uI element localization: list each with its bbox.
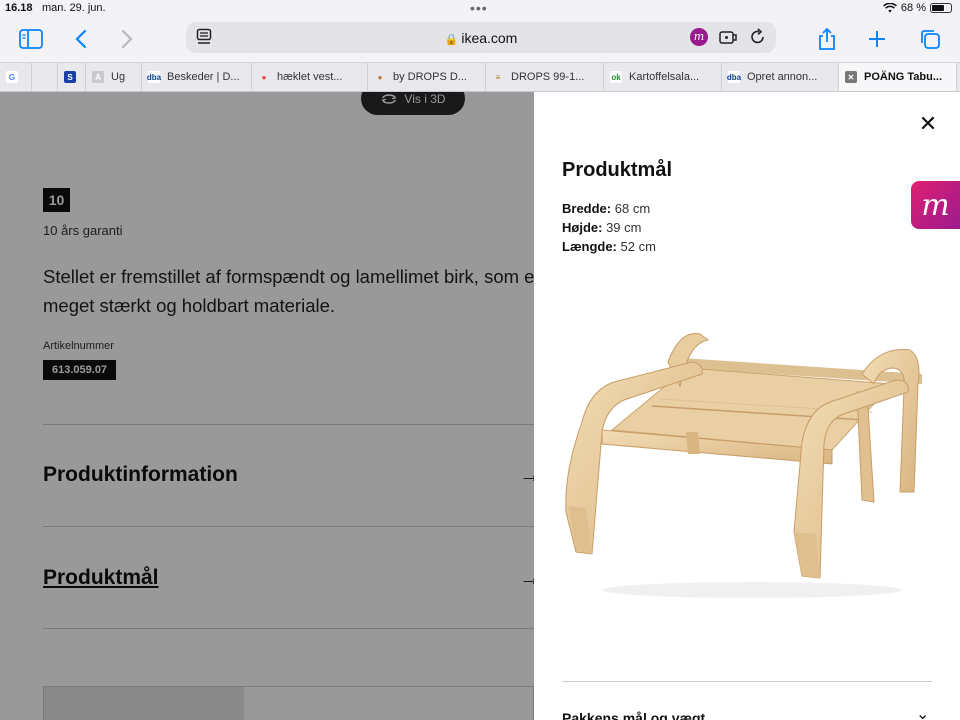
view-3d-label: Vis i 3D [404,92,446,106]
new-tab-icon[interactable] [864,26,890,52]
wifi-icon [882,3,897,13]
divider [43,424,543,425]
close-icon[interactable]: ✕ [916,112,940,136]
url-host-text: ikea.com [461,30,518,46]
lock-icon: 🔒 [444,34,459,46]
browser-tab[interactable]: dba Beskeder | D... [142,63,252,91]
dimension-label: Højde: [562,220,603,235]
tab-favicon-icon: dba [146,71,162,83]
footstool-image [565,333,922,598]
status-time: 16.18 [5,2,33,14]
dimensions-list: Bredde: 68 cm Højde: 39 cm Længde: 52 cm [562,199,656,256]
web-page: Vis i 3D 10 10 års garanti Stellet er fr… [0,92,960,720]
dimension-label: Bredde: [562,201,612,216]
tab-label: DROPS 99-1... [511,71,585,83]
reload-icon[interactable] [750,28,766,51]
warranty-badge: 10 [43,188,70,212]
browser-tab[interactable]: ≡ DROPS 99-1... [486,63,604,91]
chevron-down-icon[interactable]: ⌄ [916,704,929,720]
tab-favicon-icon: G [6,71,18,83]
tab-favicon-icon: S [64,71,76,83]
tab-label: by DROPS D... [393,71,467,83]
divider [562,681,932,682]
rotate-3d-icon [381,93,397,104]
dimension-value: 39 cm [606,220,642,235]
status-bar: 16.18 man. 29. jun. ••• 68 % [0,0,960,18]
battery-percent: 68 % [900,2,926,14]
dimension-value: 68 cm [614,201,651,216]
tab-label: Beskeder | D... [167,71,240,83]
dimension-width: Bredde: 68 cm [562,199,656,218]
divider [43,526,543,527]
tab-favicon-icon: ● [377,72,383,82]
share-icon[interactable] [814,26,840,52]
product-dimensions-link[interactable]: Produktmål [43,566,159,590]
dimension-length: Længde: 52 cm [562,237,656,256]
tabs-overview-icon[interactable] [917,26,943,52]
browser-tab[interactable]: dba Opret annon... [722,63,839,91]
package-section-header[interactable]: Pakkens mål og vægt [562,710,705,720]
browser-tab[interactable]: S [58,63,86,91]
dimension-value: 52 cm [620,239,656,254]
tab-label: hæklet vest... [277,71,343,83]
browser-toolbar: 🔒 ikea.com m [0,18,960,60]
product-page: Vis i 3D 10 10 års garanti Stellet er fr… [0,92,561,720]
dimension-height: Højde: 39 cm [562,218,656,237]
tab-favicon-icon: ok [610,71,622,83]
dimensions-panel: ✕ Produktmål Bredde: 68 cm Højde: 39 cm … [534,92,960,720]
sidebar-icon[interactable] [18,26,44,52]
browser-tab[interactable]: ok Kartoffelsala... [604,63,722,91]
bottom-card [43,686,534,720]
address-bar[interactable]: 🔒 ikea.com m [186,22,776,53]
multitask-dots-icon[interactable]: ••• [470,0,488,16]
browser-tab[interactable] [32,63,58,91]
extension-icon[interactable] [718,28,738,51]
tab-favicon-icon: dba [726,71,742,83]
article-number-label: Artikelnummer [43,340,114,352]
extension-m-icon[interactable]: m [690,28,708,46]
back-icon[interactable] [68,26,94,52]
divider [43,628,543,629]
browser-tab[interactable]: G [0,63,32,91]
dimension-label: Længde: [562,239,617,254]
url-host: 🔒 ikea.com [186,30,776,46]
panel-title: Produktmål [562,159,673,181]
warranty-text: 10 års garanti [43,223,123,238]
browser-tab[interactable]: A Ug [86,63,142,91]
browser-tab[interactable]: ✕ POÄNG Tabu... [839,63,957,91]
browser-tab[interactable]: ● hæklet vest... [252,63,368,91]
forward-icon[interactable] [114,26,140,52]
status-date: man. 29. jun. [42,2,106,14]
product-information-link[interactable]: Produktinformation [43,463,238,487]
tab-favicon-icon: ● [261,72,267,82]
extension-floating-badge[interactable]: m [911,181,960,229]
modal-backdrop[interactable] [0,92,534,720]
bottom-card-image [44,687,244,720]
view-3d-button[interactable]: Vis i 3D [361,92,465,115]
status-right: 68 % [882,2,952,14]
tab-favicon-icon: ≡ [495,72,501,82]
tab-label: Opret annon... [747,71,818,83]
tab-label: Ug [111,71,126,83]
tab-favicon-icon: ✕ [845,71,857,83]
article-number: 613.059.07 [43,360,117,380]
battery-icon [930,3,952,13]
tab-favicon-icon: A [92,71,104,83]
tab-label: POÄNG Tabu... [864,71,943,83]
browser-tab[interactable]: ● by DROPS D... [368,63,486,91]
product-description: Stellet er fremstillet af formspændt og … [43,266,562,316]
tab-label: Kartoffelsala... [629,71,700,83]
tab-strip: G S A Ug dba Beskeder | D... ● hæklet vest... ● b… [0,62,960,92]
